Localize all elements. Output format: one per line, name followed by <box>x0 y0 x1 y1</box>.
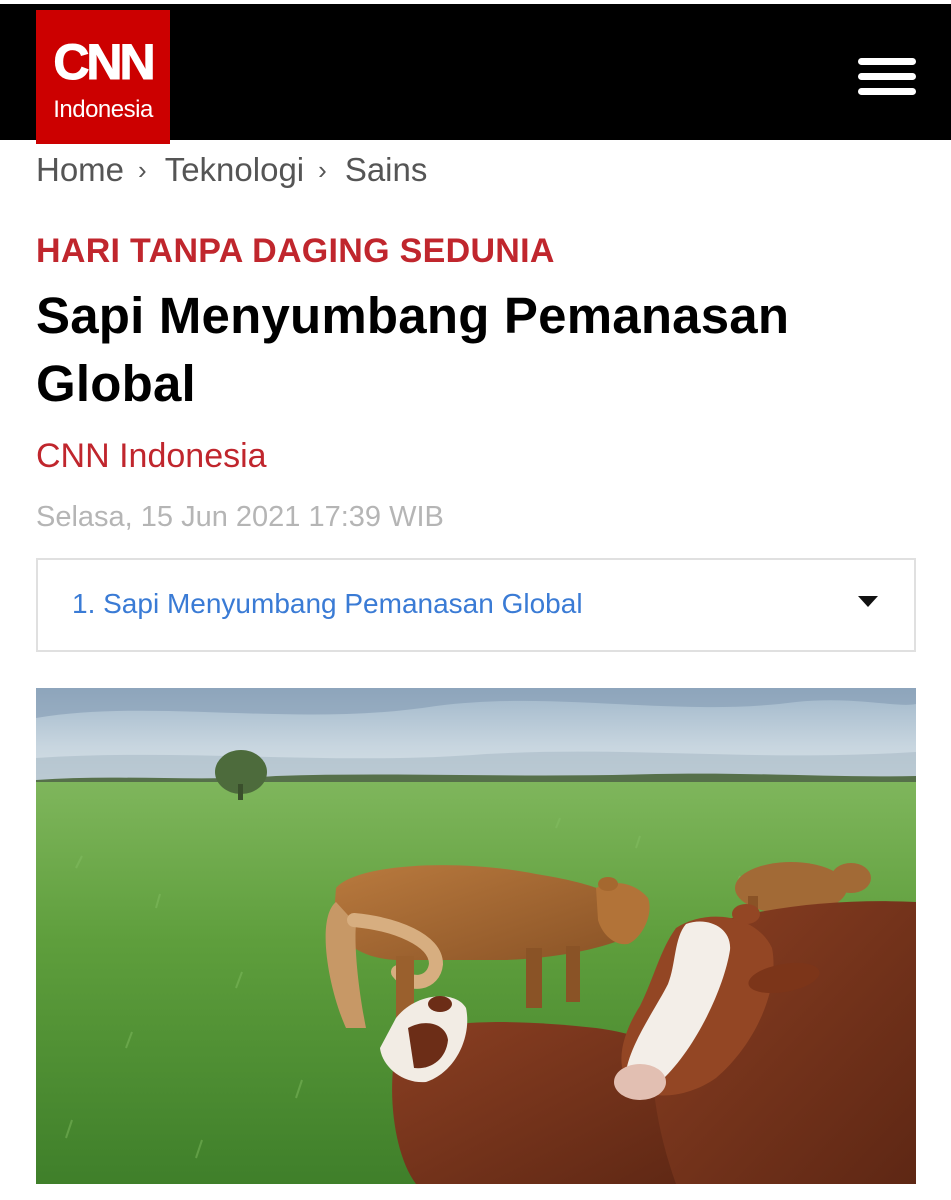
breadcrumb-sains[interactable]: Sains <box>345 151 428 189</box>
article-page-select[interactable]: 1. Sapi Menyumbang Pemanasan Global <box>36 558 916 652</box>
chevron-right-icon: › <box>138 154 147 185</box>
cnn-indonesia-logo[interactable]: CNN Indonesia <box>36 10 170 144</box>
chevron-right-icon: › <box>318 154 327 185</box>
logo-subtitle: Indonesia <box>53 96 153 123</box>
selected-page-label: 1. Sapi Menyumbang Pemanasan Global <box>72 588 583 619</box>
caret-down-icon <box>858 596 878 607</box>
breadcrumb-teknologi[interactable]: Teknologi <box>165 151 304 189</box>
article-date: Selasa, 15 Jun 2021 17:39 WIB <box>36 501 444 533</box>
site-header: CNN Indonesia <box>0 4 951 144</box>
article-photo <box>36 688 916 1184</box>
article-kicker[interactable]: HARI TANPA DAGING SEDUNIA <box>36 230 555 272</box>
article-source: CNN Indonesia <box>36 437 267 475</box>
hamburger-menu-icon[interactable] <box>856 56 918 96</box>
breadcrumb-home[interactable]: Home <box>36 151 124 189</box>
breadcrumb: Home › Teknologi › Sains <box>36 148 427 192</box>
article-title: Sapi Menyumbang Pemanasan Global <box>36 287 790 412</box>
logo-wordmark: CNN <box>53 34 156 90</box>
cows-in-pasture-photo <box>36 688 916 1184</box>
